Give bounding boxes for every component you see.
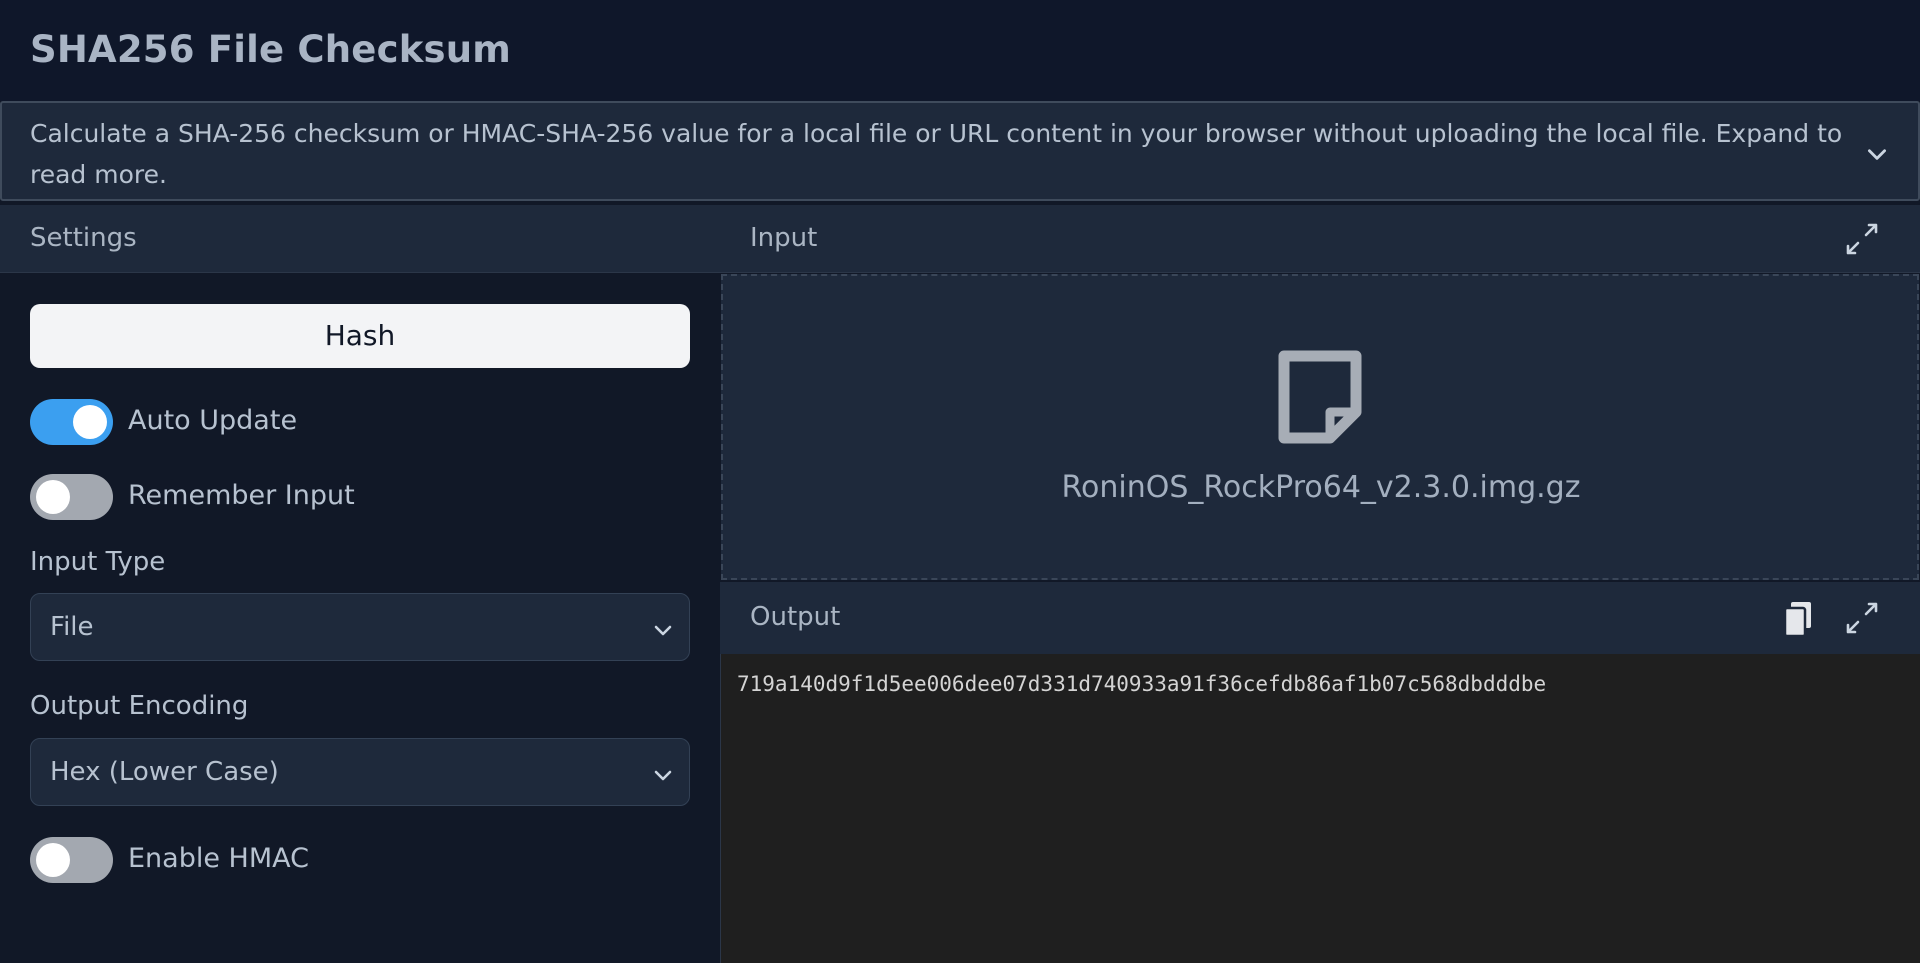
output-panel[interactable]: 719a140d9f1d5ee006dee07d331d740933a91f36… [720, 654, 1920, 963]
copy-icon[interactable] [1777, 596, 1821, 640]
file-drop-zone[interactable]: RoninOS_RockPro64_v2.3.0.img.gz [721, 274, 1919, 580]
hash-button[interactable]: Hash [30, 304, 690, 368]
chevron-down-icon[interactable] [1864, 141, 1890, 167]
output-encoding-value: Hex (Lower Case) [50, 757, 279, 787]
page-title: SHA256 File Checksum [30, 28, 512, 71]
toggle-knob [36, 843, 70, 877]
description-panel[interactable]: Calculate a SHA-256 checksum or HMAC-SHA… [0, 101, 1920, 201]
input-header: Input [720, 205, 1920, 273]
input-type-label: Input Type [30, 547, 166, 577]
toggle-knob [36, 480, 70, 514]
input-title: Input [750, 223, 818, 253]
remember-input-label: Remember Input [128, 480, 355, 511]
auto-update-toggle-row[interactable]: Auto Update [30, 399, 630, 445]
app-header: SHA256 File Checksum [0, 0, 1920, 101]
settings-title: Settings [30, 223, 137, 253]
expand-icon[interactable] [1840, 596, 1884, 640]
enable-hmac-label: Enable HMAC [128, 843, 309, 874]
auto-update-toggle[interactable] [30, 399, 113, 445]
description-text: Calculate a SHA-256 checksum or HMAC-SHA… [30, 119, 1843, 189]
output-encoding-select[interactable]: Hex (Lower Case) [30, 738, 690, 806]
output-encoding-label: Output Encoding [30, 691, 249, 721]
remember-input-toggle[interactable] [30, 474, 113, 520]
output-title: Output [750, 602, 841, 632]
auto-update-label: Auto Update [128, 405, 298, 436]
toggle-knob [73, 405, 107, 439]
input-type-select[interactable]: File [30, 593, 690, 661]
chevron-down-icon [654, 770, 672, 781]
output-header: Output [720, 582, 1920, 654]
output-hash-value[interactable]: 719a140d9f1d5ee006dee07d331d740933a91f36… [737, 672, 1546, 696]
enable-hmac-toggle[interactable] [30, 837, 113, 883]
enable-hmac-toggle-row[interactable]: Enable HMAC [30, 837, 630, 883]
chevron-down-icon [654, 625, 672, 636]
settings-header: Settings [0, 205, 720, 273]
expand-icon[interactable] [1840, 217, 1884, 261]
file-name: RoninOS_RockPro64_v2.3.0.img.gz [1061, 470, 1581, 505]
file-icon [1278, 350, 1362, 444]
input-type-value: File [50, 612, 94, 642]
remember-input-toggle-row[interactable]: Remember Input [30, 474, 630, 520]
settings-panel: Hash Auto Update Remember Input Input Ty… [0, 273, 720, 963]
